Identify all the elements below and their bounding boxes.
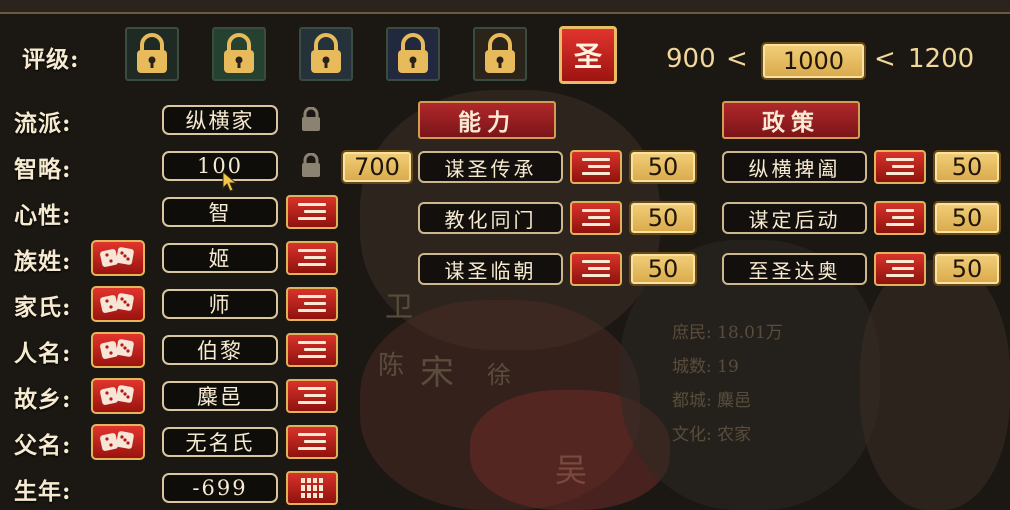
father-list-button[interactable] (286, 425, 338, 459)
policy-value-input[interactable]: 50 (933, 201, 1001, 235)
randomize-hometown-button[interactable] (91, 378, 145, 414)
policy-value-input[interactable]: 50 (933, 252, 1001, 286)
list-icon (298, 249, 326, 267)
field-school[interactable]: 纵横家 (162, 105, 278, 135)
list-icon (298, 387, 326, 405)
label-wisdom: 智略: (14, 156, 72, 183)
lock-icon[interactable] (300, 153, 322, 179)
randomize-name-button[interactable] (91, 332, 145, 368)
lock-icon[interactable] (300, 107, 322, 133)
lock-icon (485, 33, 515, 73)
remaining-points: 700 (341, 150, 413, 184)
hometown-list-button[interactable] (286, 379, 338, 413)
dice-icon (100, 293, 134, 313)
nature-list-button[interactable] (286, 195, 338, 229)
rank-lock-2[interactable] (212, 27, 266, 81)
rating-min: 900 (666, 44, 716, 74)
ability-name: 谋圣传承 (418, 151, 563, 183)
lock-icon (224, 33, 254, 73)
field-wisdom[interactable]: 100 (162, 151, 278, 181)
field-name[interactable]: 伯黎 (162, 335, 278, 365)
ability-list-button[interactable] (570, 150, 622, 184)
ability-name: 谋圣临朝 (418, 253, 563, 285)
randomize-clan-button[interactable] (91, 240, 145, 276)
grid-icon (301, 478, 323, 498)
rating-label: 评级: (22, 46, 80, 73)
label-school: 流派: (14, 110, 72, 137)
rank-lock-3[interactable] (299, 27, 353, 81)
character-editor-panel: 评级: 圣 900 < 1000 < 1200 流派: 智略: 心性: 族姓: … (0, 0, 1010, 510)
name-list-button[interactable] (286, 333, 338, 367)
rating-lt-1: < (726, 44, 748, 74)
dice-icon (100, 385, 134, 405)
field-birthyear[interactable]: -699 (162, 473, 278, 503)
field-hometown[interactable]: 麋邑 (162, 381, 278, 411)
ability-list-button[interactable] (570, 252, 622, 286)
lock-icon (398, 33, 428, 73)
list-icon (582, 209, 610, 227)
lock-icon (137, 33, 167, 73)
field-nature[interactable]: 智 (162, 197, 278, 227)
dice-icon (100, 247, 134, 267)
birthyear-grid-button[interactable] (286, 471, 338, 505)
abilities-header: 能力 (418, 101, 556, 139)
ability-value-input[interactable]: 50 (629, 252, 697, 286)
rank-sage-badge[interactable]: 圣 (559, 26, 617, 84)
list-icon (298, 295, 326, 313)
policy-name: 纵横捭阖 (722, 151, 867, 183)
list-icon (886, 209, 914, 227)
policy-list-button[interactable] (874, 201, 926, 235)
field-clan[interactable]: 姬 (162, 243, 278, 273)
ability-list-button[interactable] (570, 201, 622, 235)
field-family[interactable]: 师 (162, 289, 278, 319)
policy-name: 至圣达奥 (722, 253, 867, 285)
lock-icon (311, 33, 341, 73)
rank-lock-1[interactable] (125, 27, 179, 81)
policy-name: 谋定后动 (722, 202, 867, 234)
rating-lt-2: < (874, 44, 896, 74)
list-icon (298, 341, 326, 359)
label-hometown: 故乡: (14, 386, 72, 413)
family-list-button[interactable] (286, 287, 338, 321)
dice-icon (100, 431, 134, 451)
list-icon (298, 433, 326, 451)
randomize-father-button[interactable] (91, 424, 145, 460)
policy-list-button[interactable] (874, 150, 926, 184)
randomize-family-button[interactable] (91, 286, 145, 322)
ability-name: 教化同门 (418, 202, 563, 234)
ability-value-input[interactable]: 50 (629, 201, 697, 235)
label-nature: 心性: (14, 202, 72, 229)
policies-header: 政策 (722, 101, 860, 139)
label-birthyear: 生年: (14, 478, 72, 505)
field-father[interactable]: 无名氏 (162, 427, 278, 457)
clan-list-button[interactable] (286, 241, 338, 275)
list-icon (582, 260, 610, 278)
rank-lock-4[interactable] (386, 27, 440, 81)
policy-list-button[interactable] (874, 252, 926, 286)
rank-lock-5[interactable] (473, 27, 527, 81)
label-father: 父名: (14, 432, 72, 459)
ability-value-input[interactable]: 50 (629, 150, 697, 184)
rating-max: 1200 (908, 44, 975, 74)
list-icon (886, 158, 914, 176)
label-name: 人名: (14, 340, 72, 367)
list-icon (298, 203, 326, 221)
mouse-cursor-icon (222, 171, 238, 192)
policy-value-input[interactable]: 50 (933, 150, 1001, 184)
dice-icon (100, 339, 134, 359)
list-icon (582, 158, 610, 176)
label-family: 家氏: (14, 294, 72, 321)
list-icon (886, 260, 914, 278)
label-clan: 族姓: (14, 248, 72, 275)
rating-value-input[interactable]: 1000 (761, 42, 866, 80)
